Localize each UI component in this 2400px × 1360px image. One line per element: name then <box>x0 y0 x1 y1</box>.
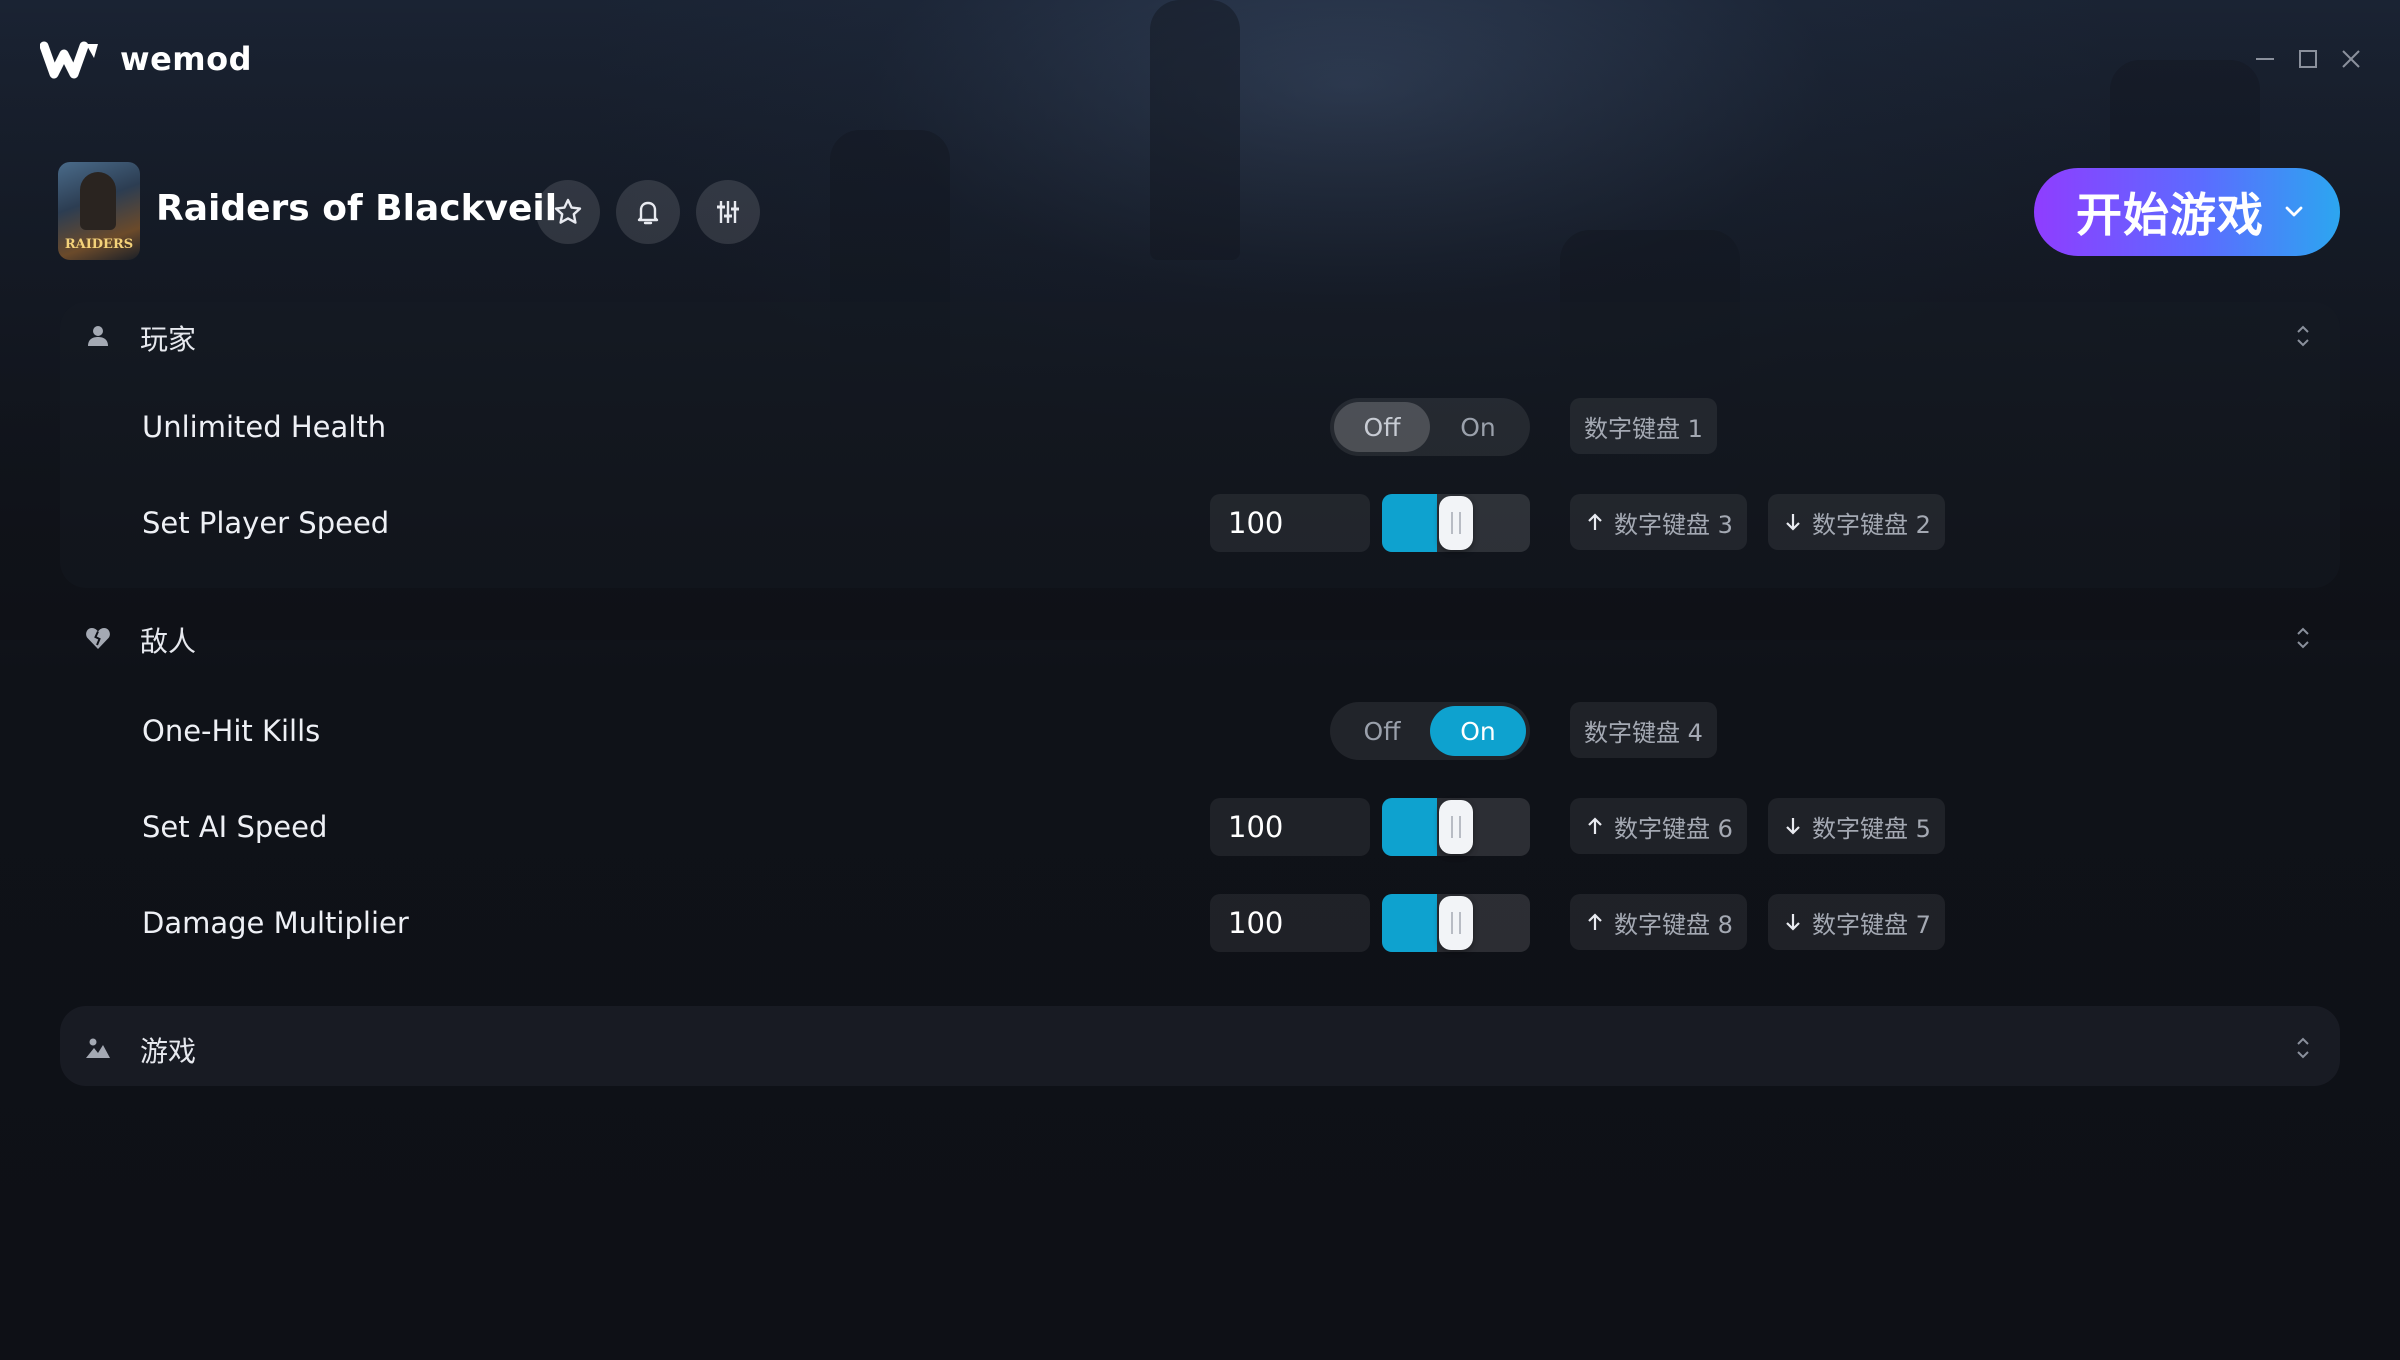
slider-fill <box>1382 798 1437 856</box>
toggle-off-option[interactable]: Off <box>1334 706 1430 756</box>
hotkey-label: 数字键盘 7 <box>1812 910 1931 939</box>
hotkey-button[interactable]: 数字键盘 4 <box>1570 702 1717 758</box>
section-title: 玩家 <box>140 323 197 356</box>
arrow-down-icon <box>1786 818 1800 835</box>
chevron-down-icon[interactable] <box>2280 198 2308 226</box>
sliders-icon <box>717 201 739 223</box>
arrow-down-icon <box>1786 514 1800 531</box>
hotkey-decrease-button[interactable]: 数字键盘 5 <box>1768 798 1945 854</box>
play-button[interactable]: 开始游戏 <box>2034 168 2340 256</box>
app-window: wemod RAIDERS Raiders of Blackveil 开始游戏 … <box>0 0 2400 1360</box>
hotkey-increase-button[interactable]: 数字键盘 6 <box>1570 798 1747 854</box>
unlimited-health-toggle[interactable]: Off On <box>1330 398 1530 456</box>
section-player: 玩家 Unlimited Health Off On 数字键盘 1 Set Pl… <box>60 302 2340 588</box>
speed-slider[interactable] <box>1382 494 1530 552</box>
hotkey-label: 数字键盘 5 <box>1812 814 1931 843</box>
cover-title: RAIDERS <box>64 237 134 252</box>
number-value: 100 <box>1228 906 1284 940</box>
number-input[interactable]: 100 <box>1210 894 1370 952</box>
hotkey-label: 数字键盘 2 <box>1812 510 1931 539</box>
hotkey-label: 数字键盘 3 <box>1614 510 1733 539</box>
ai-speed-slider[interactable] <box>1382 798 1530 856</box>
section-game[interactable]: 游戏 <box>60 1006 2340 1086</box>
hotkey-decrease-button[interactable]: 数字键盘 2 <box>1768 494 1945 550</box>
mod-row: Damage Multiplier 100 数字键盘 8 数字键盘 7 <box>60 888 2340 958</box>
mod-label: Set AI Speed <box>142 810 328 844</box>
game-settings-button[interactable] <box>696 180 760 244</box>
grip-icon <box>1451 912 1461 934</box>
grip-icon <box>1451 816 1461 838</box>
slider-thumb[interactable] <box>1439 496 1473 550</box>
section-title: 敌人 <box>140 625 197 658</box>
toggle-on-option[interactable]: On <box>1430 706 1526 756</box>
game-header: RAIDERS Raiders of Blackveil <box>58 162 2348 262</box>
mod-label: Unlimited Health <box>142 410 387 444</box>
notifications-button[interactable] <box>616 180 680 244</box>
toggle-off-option[interactable]: Off <box>1334 402 1430 452</box>
toggle-on-option[interactable]: On <box>1430 402 1526 452</box>
one-hit-kills-toggle[interactable]: Off On <box>1330 702 1530 760</box>
section-header[interactable]: 游戏 <box>60 1014 2340 1080</box>
slider-fill <box>1382 494 1437 552</box>
arrow-up-icon <box>1588 513 1602 530</box>
section-title: 游戏 <box>140 1035 197 1068</box>
section-header[interactable]: 敌人 <box>60 604 2340 670</box>
mod-label: Set Player Speed <box>142 506 390 540</box>
title-bar: wemod <box>0 0 2400 120</box>
hotkey-increase-button[interactable]: 数字键盘 3 <box>1570 494 1747 550</box>
arrow-down-icon <box>1786 914 1800 931</box>
brand-name: wemod <box>120 40 252 78</box>
mod-row: Set AI Speed 100 数字键盘 6 数字键盘 5 <box>60 792 2340 862</box>
number-input[interactable]: 100 <box>1210 798 1370 856</box>
collapse-icon[interactable] <box>2292 322 2314 350</box>
slider-fill <box>1382 894 1437 952</box>
arrow-up-icon <box>1588 913 1602 930</box>
collapse-icon[interactable] <box>2292 624 2314 652</box>
number-value: 100 <box>1228 810 1284 844</box>
grip-icon <box>1451 512 1461 534</box>
wemod-logo-icon <box>40 41 98 79</box>
broken-heart-icon <box>86 628 110 649</box>
mod-label: One-Hit Kills <box>142 714 321 748</box>
mod-row: Unlimited Health Off On 数字键盘 1 <box>60 392 2340 462</box>
arrow-up-icon <box>1588 817 1602 834</box>
favorite-button[interactable] <box>536 180 600 244</box>
mod-row: One-Hit Kills Off On 数字键盘 4 <box>60 696 2340 766</box>
hotkey-increase-button[interactable]: 数字键盘 8 <box>1570 894 1747 950</box>
hotkey-label: 数字键盘 1 <box>1584 414 1703 443</box>
slider-thumb[interactable] <box>1439 896 1473 950</box>
section-header[interactable]: 玩家 <box>60 302 2340 368</box>
hotkey-label: 数字键盘 6 <box>1614 814 1733 843</box>
hotkey-label: 数字键盘 4 <box>1584 718 1703 747</box>
hotkey-decrease-button[interactable]: 数字键盘 7 <box>1768 894 1945 950</box>
landscape-icon <box>86 1038 110 1058</box>
number-value: 100 <box>1228 506 1284 540</box>
person-icon <box>88 326 108 346</box>
mod-row: Set Player Speed 100 数字键盘 3 数字键盘 2 <box>60 488 2340 558</box>
number-input[interactable]: 100 <box>1210 494 1370 552</box>
cover-figure <box>80 172 116 230</box>
bell-icon <box>637 201 659 225</box>
hotkey-button[interactable]: 数字键盘 1 <box>1570 398 1717 454</box>
expand-icon[interactable] <box>2292 1034 2314 1062</box>
close-icon[interactable] <box>2336 44 2366 74</box>
mod-label: Damage Multiplier <box>142 906 409 940</box>
hotkey-label: 数字键盘 8 <box>1614 910 1733 939</box>
section-enemy: 敌人 One-Hit Kills Off On 数字键盘 4 Set AI Sp… <box>60 604 2340 978</box>
star-icon <box>554 198 582 224</box>
maximize-icon[interactable] <box>2293 44 2323 74</box>
minimize-icon[interactable] <box>2250 44 2280 74</box>
game-cover: RAIDERS <box>58 162 140 260</box>
game-title: Raiders of Blackveil <box>156 188 558 229</box>
play-button-label: 开始游戏 <box>2076 188 2264 242</box>
slider-thumb[interactable] <box>1439 800 1473 854</box>
damage-multiplier-slider[interactable] <box>1382 894 1530 952</box>
